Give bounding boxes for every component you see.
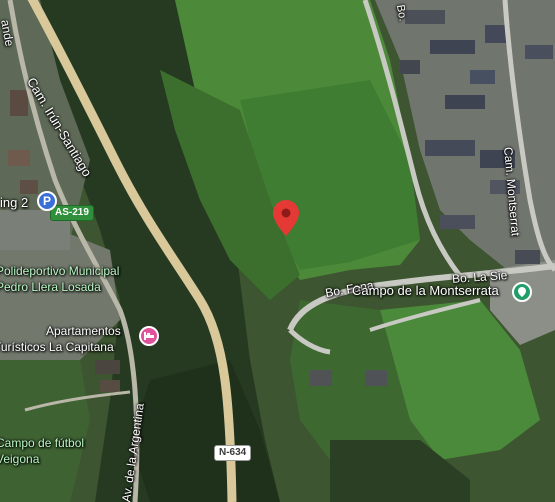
football-field-label-1[interactable]: Campo de fútbol [0, 436, 84, 450]
parking-icon[interactable]: P [37, 191, 57, 211]
place-icon[interactable] [512, 282, 532, 302]
football-field-label-2[interactable]: Veigona [0, 452, 39, 466]
route-shield-as219: AS-219 [50, 205, 94, 221]
sports-center-label-2[interactable]: Pedro Llera Losada [0, 280, 101, 294]
apartments-label-2[interactable]: Turísticos La Capitana [0, 340, 114, 354]
location-pin-icon[interactable] [273, 200, 299, 236]
road-label-top-right: Bo. [393, 3, 409, 23]
montserrata-label[interactable]: Campo de la Montserrata [352, 284, 499, 298]
map-imagery [0, 0, 555, 502]
hotel-icon[interactable] [139, 326, 159, 346]
satellite-map[interactable]: Cam. Irún-Santiago Bo. Fana Bo. La Sie C… [0, 0, 555, 502]
parking-label[interactable]: ing 2 [0, 196, 28, 210]
route-shield-n634: N-634 [214, 445, 252, 461]
sports-center-label-1[interactable]: Polideportivo Municipal [0, 264, 119, 278]
apartments-label-1[interactable]: Apartamentos [46, 324, 121, 338]
